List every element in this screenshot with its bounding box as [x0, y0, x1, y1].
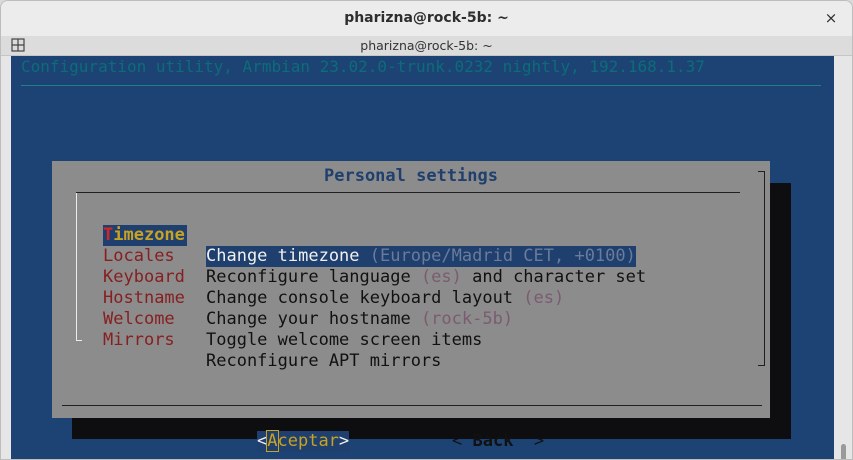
- menu-description: Change console keyboard layout (es): [206, 288, 564, 309]
- menu-frame-left-tick: [76, 340, 82, 341]
- tag-hotkey: M: [103, 330, 114, 350]
- description-text: Reconfigure language: [206, 267, 421, 287]
- title-bar[interactable]: pharizna@rock-5b: ~ ×: [1, 1, 852, 37]
- button-label: Back: [472, 431, 514, 451]
- dialog-frame-right-tick-bottom: [758, 365, 764, 366]
- menu-description: Toggle welcome screen items: [206, 330, 482, 351]
- menu-description: Reconfigure APT mirrors: [206, 351, 441, 372]
- description-text: Reconfigure APT mirrors: [206, 351, 442, 371]
- description-hint: (rock-5b): [420, 309, 514, 329]
- window-title: pharizna@rock-5b: ~: [344, 10, 509, 26]
- description-hint: (es): [523, 288, 565, 308]
- accept-button[interactable]: <Aceptar>: [257, 430, 350, 452]
- menu-item-timezone[interactable]: Timezone Change timezone (Europe/Madrid …: [103, 204, 636, 267]
- button-bracket-right: >: [338, 431, 350, 451]
- menu-item-keyboard[interactable]: Keyboard Change console keyboard layout …: [103, 246, 564, 308]
- tag-rest: irrors: [113, 330, 175, 350]
- menu-description: Change timezone (Europe/Madrid CET, +010…: [206, 246, 636, 267]
- menu-frame-top: [76, 192, 740, 193]
- description-text: Change console keyboard layout: [206, 288, 524, 308]
- back-button[interactable]: < Back >: [452, 431, 544, 452]
- button-bracket-right: >: [513, 431, 545, 451]
- terminal-area[interactable]: Configuration utility, Armbian 23.02.0-t…: [11, 56, 834, 459]
- menu-frame-left: [76, 193, 77, 341]
- description-text-end: and character set: [461, 267, 647, 287]
- menu-description: Change your hostname (rock-5b): [206, 309, 513, 330]
- terminal-window: pharizna@rock-5b: ~ × pharizna@rock-5b: …: [0, 0, 853, 460]
- dialog-frame-bottom: [62, 405, 762, 406]
- button-label: ceptar: [277, 431, 339, 451]
- menu-item-locales[interactable]: Locales Reconfigure language (es) and ch…: [103, 225, 646, 287]
- dialog-frame-right-tick-top: [758, 171, 764, 172]
- description-text: Change your hostname: [206, 309, 421, 329]
- description-hint: (Europe/Madrid CET, +0100): [369, 246, 636, 266]
- description-text: Toggle welcome screen items: [206, 330, 483, 350]
- personal-settings-dialog: Personal settings Timezone Change timezo…: [52, 161, 770, 452]
- scrollbar-thumb[interactable]: [841, 444, 846, 459]
- description-hint: (es): [420, 267, 462, 287]
- menu-tag: Mirrors: [103, 330, 187, 351]
- terminal-scrollbar[interactable]: [836, 56, 852, 459]
- menu-item-mirrors[interactable]: Mirrors Reconfigure APT mirrors: [103, 309, 441, 371]
- description-text: Change timezone: [206, 246, 370, 266]
- menu-description: Reconfigure language (es) and character …: [206, 267, 646, 288]
- dialog-title: Personal settings: [324, 166, 498, 186]
- tab-bar: pharizna@rock-5b: ~: [1, 36, 852, 56]
- menu-item-hostname[interactable]: Hostname Change your hostname (rock-5b): [103, 267, 513, 329]
- close-icon[interactable]: ×: [822, 9, 840, 27]
- button-bracket-left: <: [257, 431, 268, 451]
- dialog-frame-right: [764, 171, 765, 366]
- backtitle: Configuration utility, Armbian 23.02.0-t…: [21, 57, 705, 76]
- button-hotkey: A: [266, 430, 279, 452]
- button-bracket-left: <: [452, 431, 473, 451]
- menu-item-welcome[interactable]: Welcome Toggle welcome screen items: [103, 288, 482, 350]
- tab-title[interactable]: pharizna@rock-5b: ~: [1, 36, 852, 55]
- backtitle-divider: [21, 85, 821, 86]
